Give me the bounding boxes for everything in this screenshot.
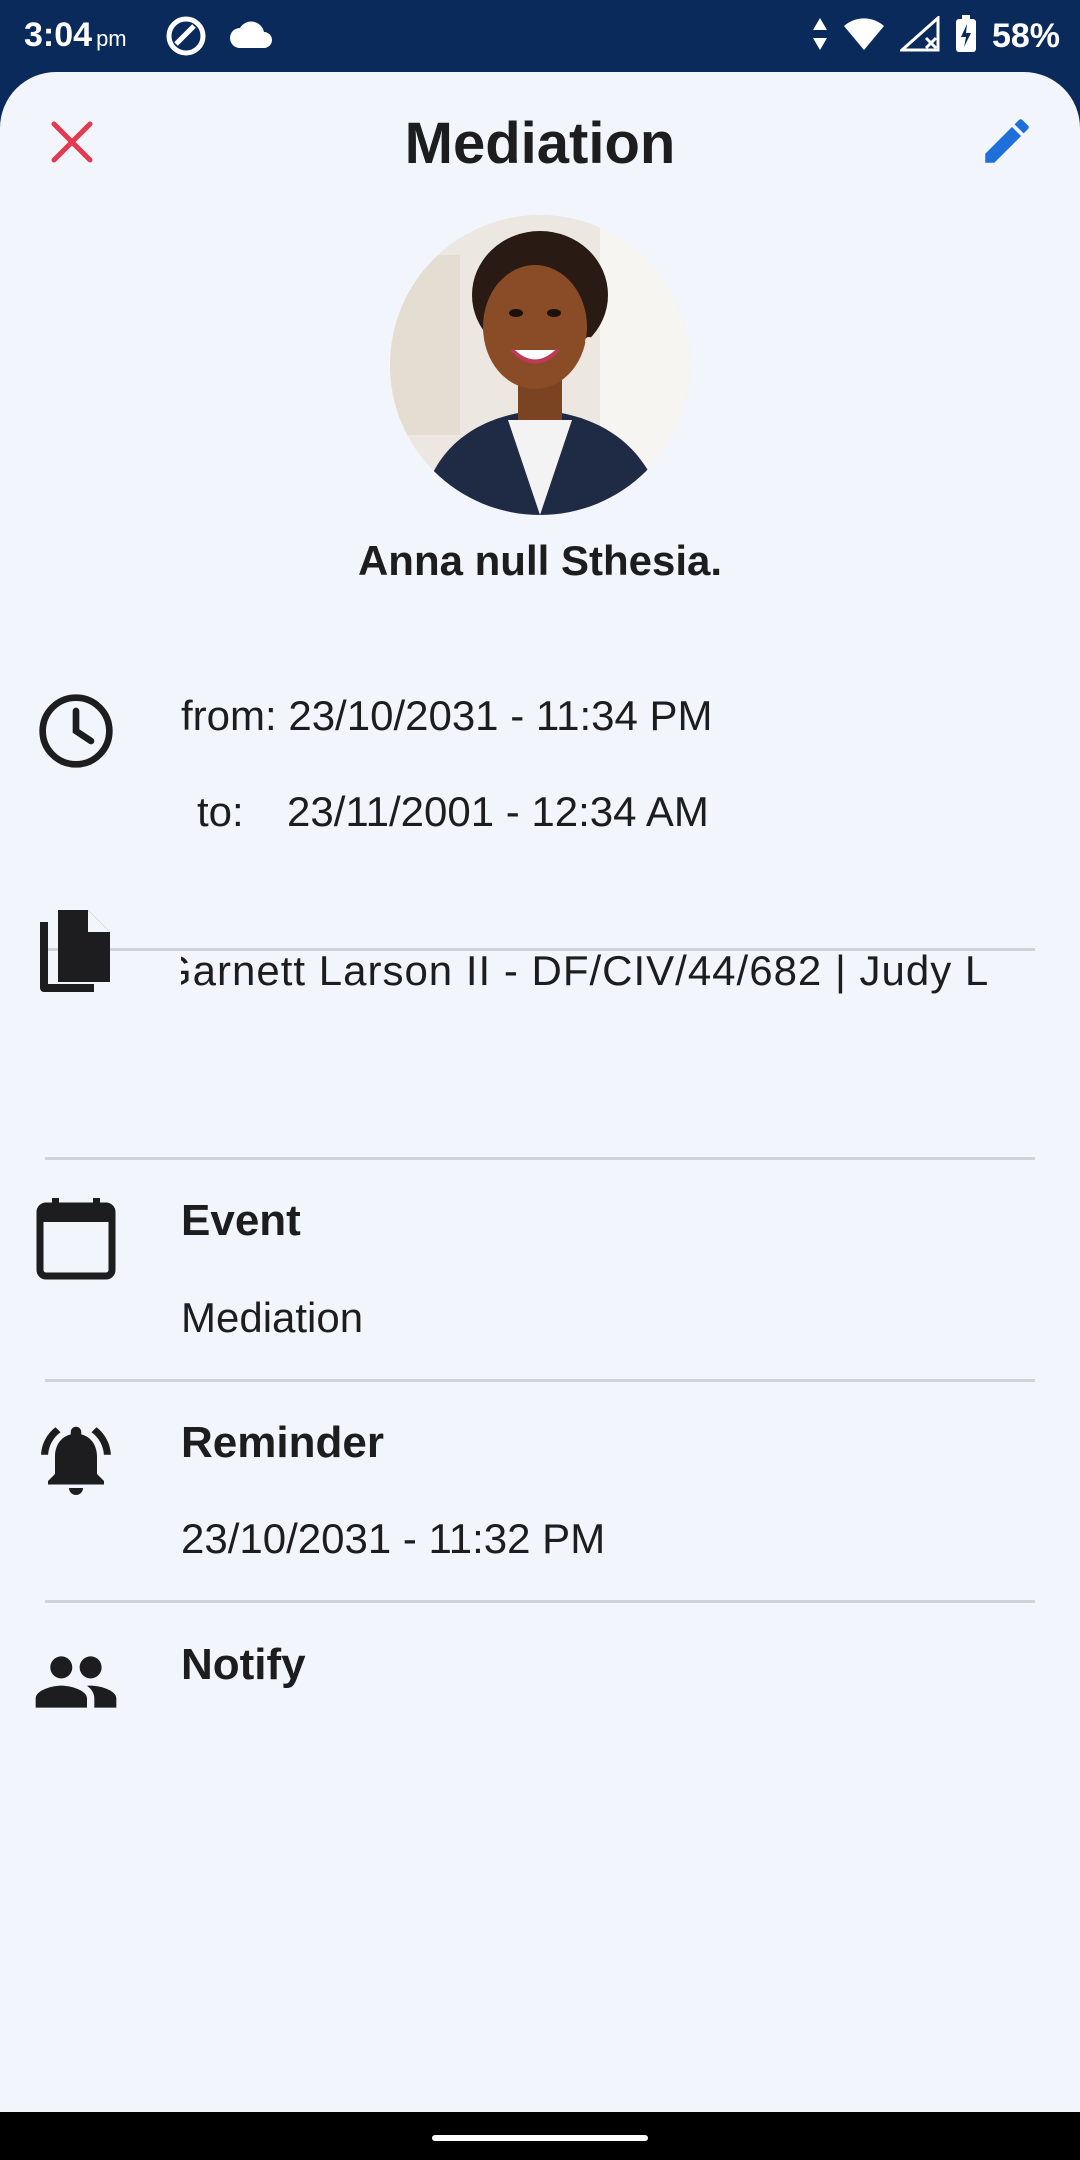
- case-text: Garnett Larson II - DF/CIV/44/682 | Judy…: [181, 947, 990, 994]
- event-label: Event: [181, 1196, 301, 1245]
- data-arrows-icon: [812, 16, 828, 57]
- person-name: Anna null Sthesia.: [357, 537, 723, 584]
- divider: [45, 1600, 1035, 1603]
- status-time: 3:04 pm: [24, 16, 127, 54]
- event-value: Mediation: [181, 1294, 364, 1341]
- home-gesture-handle[interactable]: [432, 2135, 648, 2141]
- sync-icon: [164, 14, 208, 63]
- people-icon: [32, 1638, 120, 1726]
- event-detail-sheet: Mediation Anna null Sthesia. from: 23/10…: [0, 72, 1080, 2112]
- cloud-icon: [228, 18, 274, 55]
- time-to-label: to:: [197, 788, 244, 835]
- signal-icon: [897, 14, 940, 57]
- wifi-icon: [842, 16, 886, 57]
- avatar: [390, 215, 690, 515]
- time-to-value: 23/11/2001 - 12:34 AM: [287, 788, 709, 835]
- notify-label: Notify: [181, 1640, 306, 1689]
- case-link[interactable]: Garnett Larson II - DF/CIV/44/682 | Judy…: [181, 947, 1051, 1017]
- time-from: from: 23/10/2031 - 11:34 PM: [181, 692, 713, 739]
- clock-icon: [32, 687, 120, 775]
- reminder-label: Reminder: [181, 1418, 384, 1467]
- alarm-bell-icon: [32, 1416, 120, 1504]
- battery-percent: 58%: [991, 17, 1060, 55]
- divider: [45, 1157, 1035, 1160]
- pencil-icon: [978, 112, 1036, 175]
- page-title: Mediation: [404, 111, 676, 176]
- divider: [45, 1379, 1035, 1382]
- file-icon: [32, 908, 120, 996]
- calendar-icon: [32, 1194, 120, 1282]
- battery-icon: [954, 14, 978, 59]
- edit-button[interactable]: [972, 108, 1042, 178]
- reminder-value: 23/10/2031 - 11:32 PM: [181, 1515, 606, 1562]
- status-bar: 3:04 pm 58%: [0, 0, 1080, 72]
